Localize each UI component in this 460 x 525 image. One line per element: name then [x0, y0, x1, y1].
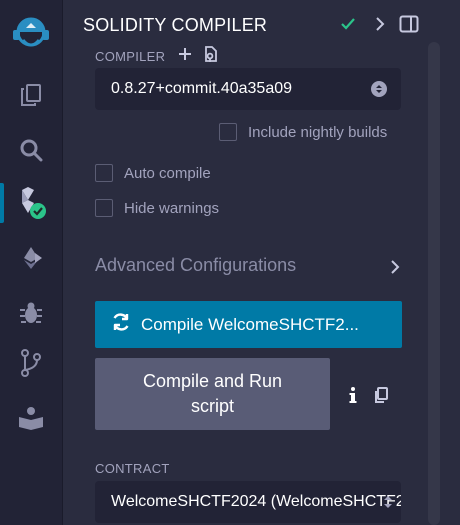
- compile-button-label: Compile WelcomeSHCTF2...: [141, 314, 359, 334]
- nightly-builds-label: Include nightly builds: [248, 124, 388, 141]
- load-file-icon[interactable]: [201, 45, 219, 68]
- contract-select[interactable]: WelcomeSHCTF2024 (WelcomeSHCTF2024.sol): [95, 481, 401, 523]
- debugger-icon[interactable]: [0, 293, 62, 333]
- refresh-icon: [111, 312, 131, 337]
- auto-compile-label: Auto compile: [124, 165, 211, 182]
- copy-icon[interactable]: [373, 386, 389, 409]
- compile-button[interactable]: Compile WelcomeSHCTF2...: [95, 301, 402, 348]
- icon-panel: [0, 0, 63, 525]
- contract-select-arrows-icon: [383, 494, 393, 515]
- deploy-run-icon[interactable]: [0, 238, 62, 278]
- compiler-version-select[interactable]: 0.8.27+commit.40a35a09: [95, 68, 401, 110]
- remix-logo-icon[interactable]: [0, 12, 62, 56]
- advanced-chevron-icon[interactable]: [389, 259, 401, 280]
- compile-and-run-label-line1: Compile and Run: [142, 371, 283, 391]
- select-arrows-icon: [371, 81, 387, 102]
- hide-warnings-checkbox[interactable]: [95, 199, 113, 217]
- info-icon[interactable]: [348, 386, 358, 409]
- compile-and-run-button[interactable]: Compile and Run script: [95, 358, 330, 430]
- chevron-right-icon[interactable]: [373, 16, 387, 37]
- toggle-panel-icon[interactable]: [399, 15, 419, 38]
- add-compiler-icon[interactable]: [177, 46, 193, 67]
- scrollbar[interactable]: [428, 42, 440, 525]
- nightly-builds-checkbox[interactable]: [219, 123, 237, 141]
- file-explorer-icon[interactable]: [0, 75, 62, 115]
- panel-header: SOLIDITY COMPILER: [83, 12, 443, 38]
- learneth-icon[interactable]: [0, 398, 62, 438]
- auto-compile-checkbox[interactable]: [95, 164, 113, 182]
- compile-and-run-label-line2: script: [190, 396, 234, 416]
- search-icon[interactable]: [0, 130, 62, 170]
- check-icon: [340, 16, 356, 37]
- advanced-configurations-toggle[interactable]: Advanced Configurations: [95, 255, 296, 276]
- contract-label: CONTRACT: [95, 461, 170, 476]
- git-branch-icon[interactable]: [0, 343, 62, 383]
- solidity-compiler-icon[interactable]: [0, 183, 62, 223]
- page-title: SOLIDITY COMPILER: [83, 15, 268, 35]
- compiler-version-value: 0.8.27+commit.40a35a09: [111, 80, 293, 97]
- contract-selected-value: WelcomeSHCTF2024 (WelcomeSHCTF2024.sol): [111, 493, 401, 510]
- compiler-label: COMPILER: [95, 49, 166, 64]
- hide-warnings-label: Hide warnings: [124, 200, 220, 217]
- compiler-panel: SOLIDITY COMPILER COMPILER 0.8.27+commit…: [63, 0, 460, 525]
